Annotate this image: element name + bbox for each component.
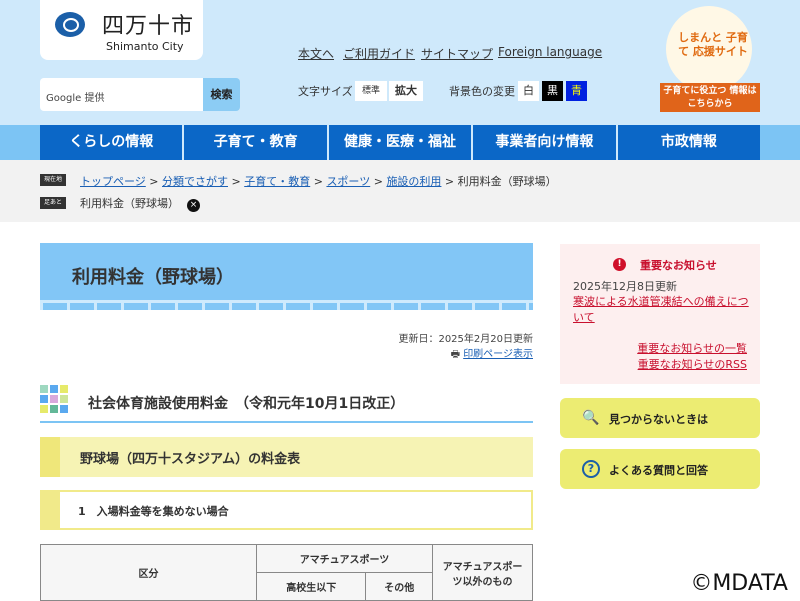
footprint-tag: 足あと bbox=[40, 197, 66, 209]
table-header: アマチュアスポーツ bbox=[256, 544, 433, 573]
bg-white-button[interactable]: 白 bbox=[518, 81, 539, 101]
not-found-button[interactable]: 🔍 見つからないときは bbox=[560, 398, 760, 438]
not-found-label: 見つからないときは bbox=[609, 413, 708, 426]
sub-subsection-heading: 1 入場料金等を集めない場合 bbox=[40, 490, 533, 530]
close-icon[interactable]: × bbox=[187, 199, 200, 212]
subsection-heading: 野球場（四万十スタジアム）の料金表 bbox=[40, 437, 533, 477]
breadcrumb-area: 現在地 トップページ > 分類でさがす > 子育て・教育 > スポーツ > 施設… bbox=[0, 160, 800, 222]
search-document-icon: 🔍 bbox=[582, 410, 600, 426]
link-guide[interactable]: ご利用ガイド bbox=[343, 45, 415, 62]
sub-subsection-heading-text: 1 入場料金等を集めない場合 bbox=[78, 505, 229, 518]
font-size-label: 文字サイズ bbox=[298, 85, 353, 98]
title-decoration bbox=[40, 300, 533, 310]
link-skip-to-content[interactable]: 本文へ bbox=[298, 45, 334, 62]
breadcrumb-link[interactable]: 子育て・教育 bbox=[244, 175, 310, 188]
question-icon: ? bbox=[582, 460, 600, 478]
header: 四万十市 Shimanto City 本文へ ご利用ガイド サイトマップ For… bbox=[0, 0, 800, 125]
link-sitemap[interactable]: サイトマップ bbox=[421, 45, 493, 62]
table-header: 高校生以下 bbox=[255, 572, 367, 601]
notice-rss-link[interactable]: 重要なお知らせのRSS bbox=[638, 356, 747, 372]
section-heading-text: 社会体育施設使用料金 （令和元年10月1日改正） bbox=[88, 396, 405, 412]
breadcrumb-link[interactable]: 分類でさがす bbox=[162, 175, 228, 188]
kids-support-banner[interactable]: しまんと 子育て 応援サイト 子育てに役立つ 情報はこちらから bbox=[660, 6, 760, 112]
breadcrumb-current: 利用料金（野球場） bbox=[457, 175, 557, 188]
updated-date: 更新日：2025年2月20日更新 bbox=[398, 334, 533, 345]
nav-health-welfare[interactable]: 健康・医療・福祉 bbox=[328, 125, 474, 160]
faq-label: よくある質問と回答 bbox=[609, 464, 708, 477]
search-button[interactable]: 検索 bbox=[203, 78, 240, 111]
logo-text: 四万十市 bbox=[102, 14, 195, 39]
bg-color-label: 背景色の変更 bbox=[449, 85, 515, 98]
city-emblem-icon bbox=[55, 12, 85, 37]
page-title-banner: 利用料金（野球場） bbox=[40, 243, 533, 310]
breadcrumb-link[interactable]: スポーツ bbox=[326, 175, 370, 188]
watermark: ©MDATA bbox=[690, 571, 788, 596]
bg-black-button[interactable]: 黒 bbox=[542, 81, 563, 101]
tiles-icon bbox=[40, 385, 68, 413]
notice-date: 2025年12月8日更新 bbox=[573, 280, 677, 293]
nav-city-government[interactable]: 市政情報 bbox=[617, 125, 761, 160]
subsection-heading-text: 野球場（四万十スタジアム）の料金表 bbox=[80, 452, 301, 467]
table-header: 区分 bbox=[40, 544, 257, 601]
fee-table: 区分 アマチュアスポーツ アマチュアスポーツ以外のもの 高校生以下 その他 bbox=[40, 544, 533, 601]
current-location-tag: 現在地 bbox=[40, 174, 66, 186]
nav-business[interactable]: 事業者向け情報 bbox=[473, 125, 618, 160]
important-notice-box: ! 重要なお知らせ 2025年12月8日更新 寒波による水道管凍結への備えについ… bbox=[560, 244, 760, 384]
table-header-row: 区分 アマチュアスポーツ アマチュアスポーツ以外のもの bbox=[40, 544, 533, 601]
bg-blue-button[interactable]: 青 bbox=[566, 81, 587, 101]
print-link-text[interactable]: 印刷ページ表示 bbox=[463, 349, 533, 360]
table-header: その他 bbox=[365, 572, 433, 601]
notice-title: 重要なお知らせ bbox=[640, 259, 717, 272]
notice-list-link[interactable]: 重要なお知らせの一覧 bbox=[637, 340, 747, 356]
banner-title: しまんと 子育て 応援サイト bbox=[678, 31, 748, 58]
font-size-standard-button[interactable]: 標準 bbox=[355, 81, 387, 101]
printer-icon: 🖶 bbox=[450, 349, 464, 360]
footprint: 利用料金（野球場） × bbox=[80, 195, 200, 212]
search-input[interactable]: Google 提供 bbox=[40, 78, 205, 111]
page-title: 利用料金（野球場） bbox=[72, 267, 234, 288]
breadcrumb-link[interactable]: 施設の利用 bbox=[386, 175, 441, 188]
section-heading: 社会体育施設使用料金 （令和元年10月1日改正） bbox=[40, 385, 533, 423]
banner-caption: 子育てに役立つ 情報はこちらから bbox=[660, 83, 760, 112]
nav-childcare-education[interactable]: 子育て・教育 bbox=[184, 125, 329, 160]
breadcrumb-link[interactable]: トップページ bbox=[80, 175, 146, 188]
faq-button[interactable]: ? よくある質問と回答 bbox=[560, 449, 760, 489]
print-link[interactable]: 🖶 印刷ページ表示 bbox=[451, 345, 533, 364]
nav-living[interactable]: くらしの情報 bbox=[40, 125, 185, 160]
table-header: アマチュアスポーツ以外のもの bbox=[432, 544, 533, 601]
alert-icon: ! bbox=[613, 258, 626, 271]
font-size-large-button[interactable]: 拡大 bbox=[389, 81, 423, 101]
site-logo[interactable]: 四万十市 Shimanto City bbox=[40, 0, 203, 60]
notice-link[interactable]: 寒波による水道管凍結への備えについて bbox=[573, 294, 753, 326]
breadcrumb: トップページ > 分類でさがす > 子育て・教育 > スポーツ > 施設の利用 … bbox=[80, 175, 557, 188]
footprint-item[interactable]: 利用料金（野球場） bbox=[80, 197, 179, 210]
global-nav: くらしの情報 子育て・教育 健康・医療・福祉 事業者向け情報 市政情報 bbox=[40, 125, 761, 160]
link-foreign-language[interactable]: Foreign language bbox=[498, 45, 602, 59]
logo-subtext: Shimanto City bbox=[106, 40, 184, 53]
